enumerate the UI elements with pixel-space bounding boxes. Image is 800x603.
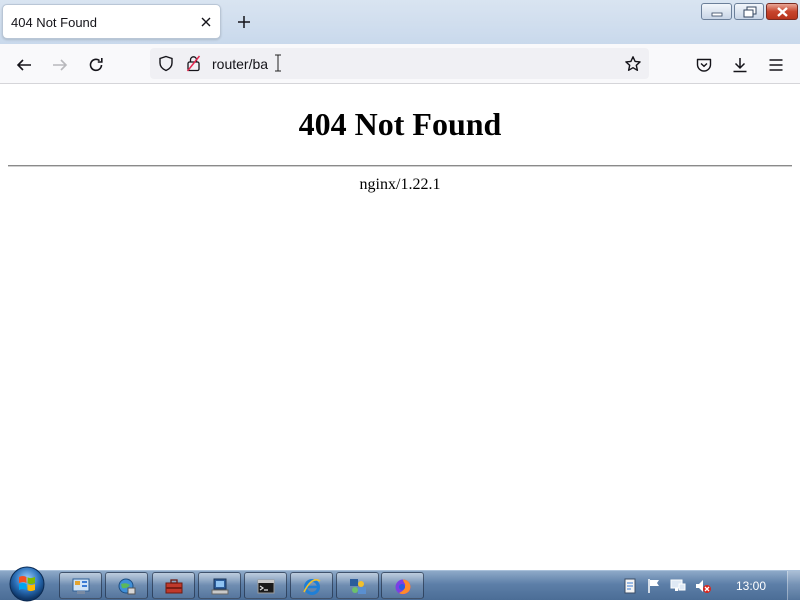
taskbar-network-button[interactable] [105, 572, 148, 599]
system-tray: 13:00 [615, 571, 800, 601]
url-text[interactable]: router/ba [212, 56, 268, 72]
taskbar-network-users-button[interactable] [336, 572, 379, 599]
download-icon[interactable] [731, 56, 749, 74]
close-window-icon [777, 7, 788, 17]
action-center-flag-icon[interactable] [646, 578, 662, 594]
bookmark-star-icon[interactable] [624, 55, 642, 73]
document-tray-icon[interactable] [622, 578, 638, 594]
firefox-icon [395, 579, 411, 595]
close-window-button[interactable] [766, 3, 798, 20]
restore-button[interactable] [734, 3, 764, 20]
close-tab-icon[interactable] [199, 15, 213, 29]
text-cursor-icon [275, 54, 281, 72]
browser-titlebar: 404 Not Found [0, 0, 800, 44]
show-desktop-button[interactable] [787, 571, 800, 600]
taskbar-internet-explorer-button[interactable] [290, 572, 333, 599]
taskbar-computer-button[interactable] [198, 572, 241, 599]
browser-tab[interactable]: 404 Not Found [2, 4, 221, 39]
network-status-icon[interactable] [670, 578, 686, 594]
horizontal-rule [8, 165, 792, 167]
control-panel-icon [72, 578, 90, 594]
command-prompt-icon [257, 579, 275, 594]
forward-arrow-icon[interactable] [51, 56, 69, 74]
windows-taskbar: 13:00 [0, 566, 800, 602]
network-globe-icon [118, 578, 136, 595]
pocket-icon[interactable] [695, 56, 713, 74]
page-content: 404 Not Found nginx/1.22.1 [0, 84, 800, 570]
restore-icon [743, 6, 757, 18]
network-users-icon [350, 579, 366, 594]
minimize-button[interactable] [701, 3, 732, 20]
taskbar-firefox-button[interactable] [381, 572, 424, 599]
tracking-protection-shield-icon[interactable] [158, 55, 174, 72]
page-heading: 404 Not Found [298, 106, 502, 142]
volume-muted-icon[interactable] [695, 578, 711, 594]
back-arrow-icon[interactable] [15, 56, 33, 74]
reload-icon[interactable] [87, 56, 105, 74]
minimize-icon [711, 12, 723, 17]
taskbar-command-prompt-button[interactable] [244, 572, 287, 599]
computer-icon [211, 578, 229, 595]
tab-title: 404 Not Found [11, 15, 98, 30]
taskbar-control-panel-button[interactable] [59, 572, 102, 599]
taskbar-toolbox-button[interactable] [152, 572, 195, 599]
server-signature: nginx/1.22.1 [359, 176, 441, 193]
internet-explorer-icon [303, 579, 321, 595]
hamburger-menu-icon[interactable] [767, 56, 785, 74]
start-button-icon[interactable] [8, 565, 46, 603]
new-tab-icon[interactable] [236, 14, 252, 30]
address-bar[interactable]: router/ba [150, 48, 649, 79]
navigation-toolbar: router/ba [0, 44, 800, 84]
insecure-lock-icon[interactable] [186, 55, 201, 72]
taskbar-clock[interactable]: 13:00 [736, 579, 766, 593]
toolbox-icon [165, 579, 183, 594]
